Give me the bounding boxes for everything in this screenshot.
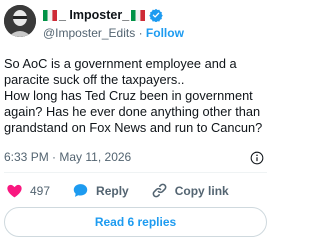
tweet-time: 6:33 PM: [4, 150, 49, 164]
display-name-row[interactable]: _ Imposter_: [43, 8, 163, 23]
bird-logo-icon[interactable]: [225, 12, 243, 30]
reply-button[interactable]: Reply: [72, 182, 129, 199]
tweet-timestamp[interactable]: 6:33 PM · May 11, 2026: [4, 150, 131, 164]
read-replies-button[interactable]: Read 6 replies: [4, 207, 267, 237]
verified-badge-icon: [149, 8, 163, 23]
heart-icon: [7, 184, 22, 198]
tweet-date: May 11, 2026: [59, 150, 132, 164]
reply-label: Reply: [96, 183, 129, 198]
italy-flag-icon: [43, 9, 57, 21]
copy-link-button[interactable]: Copy link: [151, 182, 229, 199]
meta-separator: ·: [52, 150, 57, 164]
handle-row: @Imposter_Edits · Follow: [43, 26, 184, 40]
divider: [4, 172, 267, 173]
more-dots-icon[interactable]: [247, 16, 265, 28]
user-handle[interactable]: @Imposter_Edits: [43, 26, 135, 40]
reply-bubble-icon: [73, 184, 88, 197]
info-icon[interactable]: [250, 151, 264, 165]
link-icon: [152, 183, 167, 198]
like-button[interactable]: 497: [6, 182, 50, 199]
action-bar: 497 Reply Copy link: [6, 182, 267, 199]
likes-count: 497: [30, 183, 51, 198]
copy-link-label: Copy link: [174, 183, 229, 198]
avatar[interactable]: [4, 5, 36, 37]
tweet-card: _ Imposter_ @Imposter_Edits · Follow So …: [0, 0, 271, 244]
display-name[interactable]: _ Imposter_: [59, 8, 129, 22]
tweet-text: So AoC is a government employee and a pa…: [4, 56, 263, 135]
follow-button[interactable]: Follow: [146, 26, 184, 40]
italy-flag-icon: [131, 9, 146, 21]
handle-separator: ·: [138, 26, 143, 40]
